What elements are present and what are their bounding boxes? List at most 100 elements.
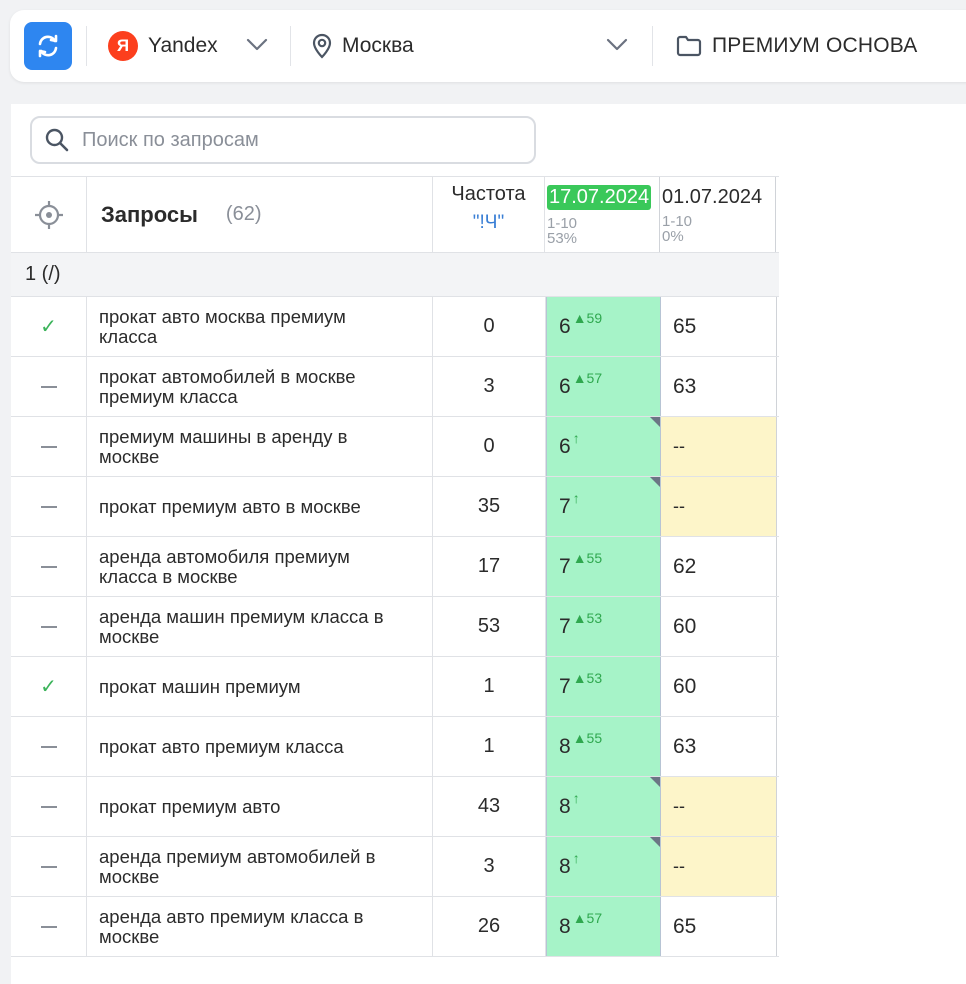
chevron-down-icon[interactable] bbox=[246, 38, 268, 52]
current-position-cell[interactable]: 7 ▲55 bbox=[546, 537, 661, 596]
query-cell[interactable]: прокат автомобилей в москве премиум клас… bbox=[87, 357, 433, 416]
crosshair-target-icon[interactable] bbox=[34, 200, 64, 230]
query-cell[interactable]: премиум машины в аренду в москве bbox=[87, 417, 433, 476]
current-position-cell[interactable]: 8 ↑ bbox=[546, 777, 661, 836]
position-change: ↑ bbox=[572, 489, 580, 506]
unselected-dash-icon[interactable] bbox=[40, 805, 57, 808]
table-row[interactable]: аренда машин премиум класса в москве 53 7 ▲… bbox=[11, 597, 779, 657]
position-change: ▲57 bbox=[572, 369, 603, 386]
frequency-cell: 3 bbox=[433, 357, 546, 416]
frequency-cell: 1 bbox=[433, 717, 546, 776]
checkmark-icon[interactable]: ✓ bbox=[40, 674, 57, 699]
previous-position-cell[interactable]: 65 bbox=[661, 297, 777, 356]
frequency-value: 3 bbox=[483, 375, 495, 397]
unselected-dash-icon[interactable] bbox=[40, 385, 57, 388]
unselected-dash-icon[interactable] bbox=[40, 745, 57, 748]
query-cell[interactable]: аренда автомобиля премиум класса в москв… bbox=[87, 537, 433, 596]
date-column-header-previous[interactable]: 01.07.2024 1-10 0% bbox=[660, 177, 776, 252]
table-row[interactable]: ✓ прокат авто москва премиум класса 0 6 ▲59 6… bbox=[11, 297, 779, 357]
previous-position-cell[interactable]: -- bbox=[661, 777, 777, 836]
row-select-cell[interactable]: ✓ bbox=[11, 657, 87, 716]
current-position: 7 bbox=[559, 614, 571, 638]
current-position: 8 bbox=[559, 854, 571, 878]
date-column-header-current[interactable]: 17.07.2024 1-10 53% bbox=[545, 177, 660, 252]
queries-column-header[interactable]: Запросы (62) bbox=[87, 177, 433, 252]
table-row[interactable]: прокат автомобилей в москве премиум клас… bbox=[11, 357, 779, 417]
unselected-dash-icon[interactable] bbox=[40, 925, 57, 928]
query-cell[interactable]: аренда авто премиум класса в москве bbox=[87, 897, 433, 956]
previous-position: -- bbox=[673, 436, 685, 456]
position-change: ▲59 bbox=[572, 309, 603, 326]
current-position-cell[interactable]: 8 ▲57 bbox=[546, 897, 661, 956]
current-position-cell[interactable]: 8 ▲55 bbox=[546, 717, 661, 776]
region-selector[interactable]: Москва bbox=[312, 30, 414, 62]
table-body: ✓ прокат авто москва премиум класса 0 6 ▲59 6… bbox=[11, 297, 779, 957]
row-select-cell[interactable] bbox=[11, 897, 87, 956]
row-select-cell[interactable] bbox=[11, 597, 87, 656]
row-select-cell[interactable] bbox=[11, 417, 87, 476]
row-select-cell[interactable]: ✓ bbox=[11, 297, 87, 356]
frequency-cell: 35 bbox=[433, 477, 546, 536]
previous-position: 60 bbox=[673, 614, 697, 638]
row-select-cell[interactable] bbox=[11, 717, 87, 776]
query-cell[interactable]: прокат премиум авто в москве bbox=[87, 477, 433, 536]
current-position-cell[interactable]: 7 ↑ bbox=[546, 477, 661, 536]
previous-position-cell[interactable]: -- bbox=[661, 477, 777, 536]
previous-position-cell[interactable]: -- bbox=[661, 417, 777, 476]
table-row[interactable]: прокат премиум авто 43 8 ↑ -- bbox=[11, 777, 779, 837]
frequency-column-header[interactable]: Частота "!Ч" bbox=[433, 177, 545, 252]
query-cell[interactable]: аренда машин премиум класса в москве bbox=[87, 597, 433, 656]
unselected-dash-icon[interactable] bbox=[40, 865, 57, 868]
query-search-box[interactable] bbox=[30, 116, 536, 164]
search-input[interactable] bbox=[80, 127, 504, 153]
query-text: прокат премиум авто bbox=[99, 795, 281, 817]
query-cell[interactable]: прокат премиум авто bbox=[87, 777, 433, 836]
frequency-mode-link[interactable]: "!Ч" bbox=[433, 212, 544, 234]
refresh-button[interactable] bbox=[24, 22, 72, 70]
previous-position-cell[interactable]: -- bbox=[661, 837, 777, 896]
table-row[interactable]: прокат премиум авто в москве 35 7 ↑ -- bbox=[11, 477, 779, 537]
checkmark-icon[interactable]: ✓ bbox=[40, 314, 57, 339]
table-row[interactable]: ✓ прокат машин премиум 1 7 ▲53 60 bbox=[11, 657, 779, 717]
select-all-cell[interactable] bbox=[11, 177, 87, 252]
current-position: 6 bbox=[559, 374, 571, 398]
group-row[interactable]: 1 (/) bbox=[11, 253, 779, 297]
row-select-cell[interactable] bbox=[11, 537, 87, 596]
unselected-dash-icon[interactable] bbox=[40, 625, 57, 628]
unselected-dash-icon[interactable] bbox=[40, 505, 57, 508]
query-cell[interactable]: прокат машин премиум bbox=[87, 657, 433, 716]
current-position-cell[interactable]: 7 ▲53 bbox=[546, 597, 661, 656]
search-engine-selector[interactable]: Я Yandex bbox=[108, 30, 218, 62]
query-cell[interactable]: аренда премиум автомобилей в москве bbox=[87, 837, 433, 896]
table-row[interactable]: прокат авто премиум класса 1 8 ▲55 63 bbox=[11, 717, 779, 777]
table-row[interactable]: аренда авто премиум класса в москве 26 8 ▲5… bbox=[11, 897, 779, 957]
unselected-dash-icon[interactable] bbox=[40, 565, 57, 568]
query-cell[interactable]: прокат авто премиум класса bbox=[87, 717, 433, 776]
frequency-value: 35 bbox=[477, 495, 501, 517]
table-row[interactable]: аренда автомобиля премиум класса в москв… bbox=[11, 537, 779, 597]
cell-corner-marker-icon bbox=[650, 417, 660, 427]
current-position-cell[interactable]: 6 ↑ bbox=[546, 417, 661, 476]
chevron-down-icon[interactable] bbox=[606, 38, 628, 52]
project-selector[interactable]: ПРЕМИУМ ОСНОВА bbox=[676, 30, 917, 62]
current-position-cell[interactable]: 6 ▲57 bbox=[546, 357, 661, 416]
current-position: 8 bbox=[559, 914, 571, 938]
table-row[interactable]: премиум машины в аренду в москве 0 6 ↑ -- bbox=[11, 417, 779, 477]
current-position-cell[interactable]: 6 ▲59 bbox=[546, 297, 661, 356]
row-select-cell[interactable] bbox=[11, 357, 87, 416]
current-position-cell[interactable]: 7 ▲53 bbox=[546, 657, 661, 716]
current-position-cell[interactable]: 8 ↑ bbox=[546, 837, 661, 896]
row-select-cell[interactable] bbox=[11, 837, 87, 896]
row-select-cell[interactable] bbox=[11, 777, 87, 836]
previous-position-cell[interactable]: 60 bbox=[661, 597, 777, 656]
unselected-dash-icon[interactable] bbox=[40, 445, 57, 448]
previous-position-cell[interactable]: 63 bbox=[661, 357, 777, 416]
query-cell[interactable]: прокат авто москва премиум класса bbox=[87, 297, 433, 356]
previous-position-cell[interactable]: 60 bbox=[661, 657, 777, 716]
position-change: ↑ bbox=[572, 429, 580, 446]
row-select-cell[interactable] bbox=[11, 477, 87, 536]
previous-position-cell[interactable]: 62 bbox=[661, 537, 777, 596]
table-row[interactable]: аренда премиум автомобилей в москве 3 8 ↑ -- bbox=[11, 837, 779, 897]
previous-position-cell[interactable]: 65 bbox=[661, 897, 777, 956]
previous-position-cell[interactable]: 63 bbox=[661, 717, 777, 776]
